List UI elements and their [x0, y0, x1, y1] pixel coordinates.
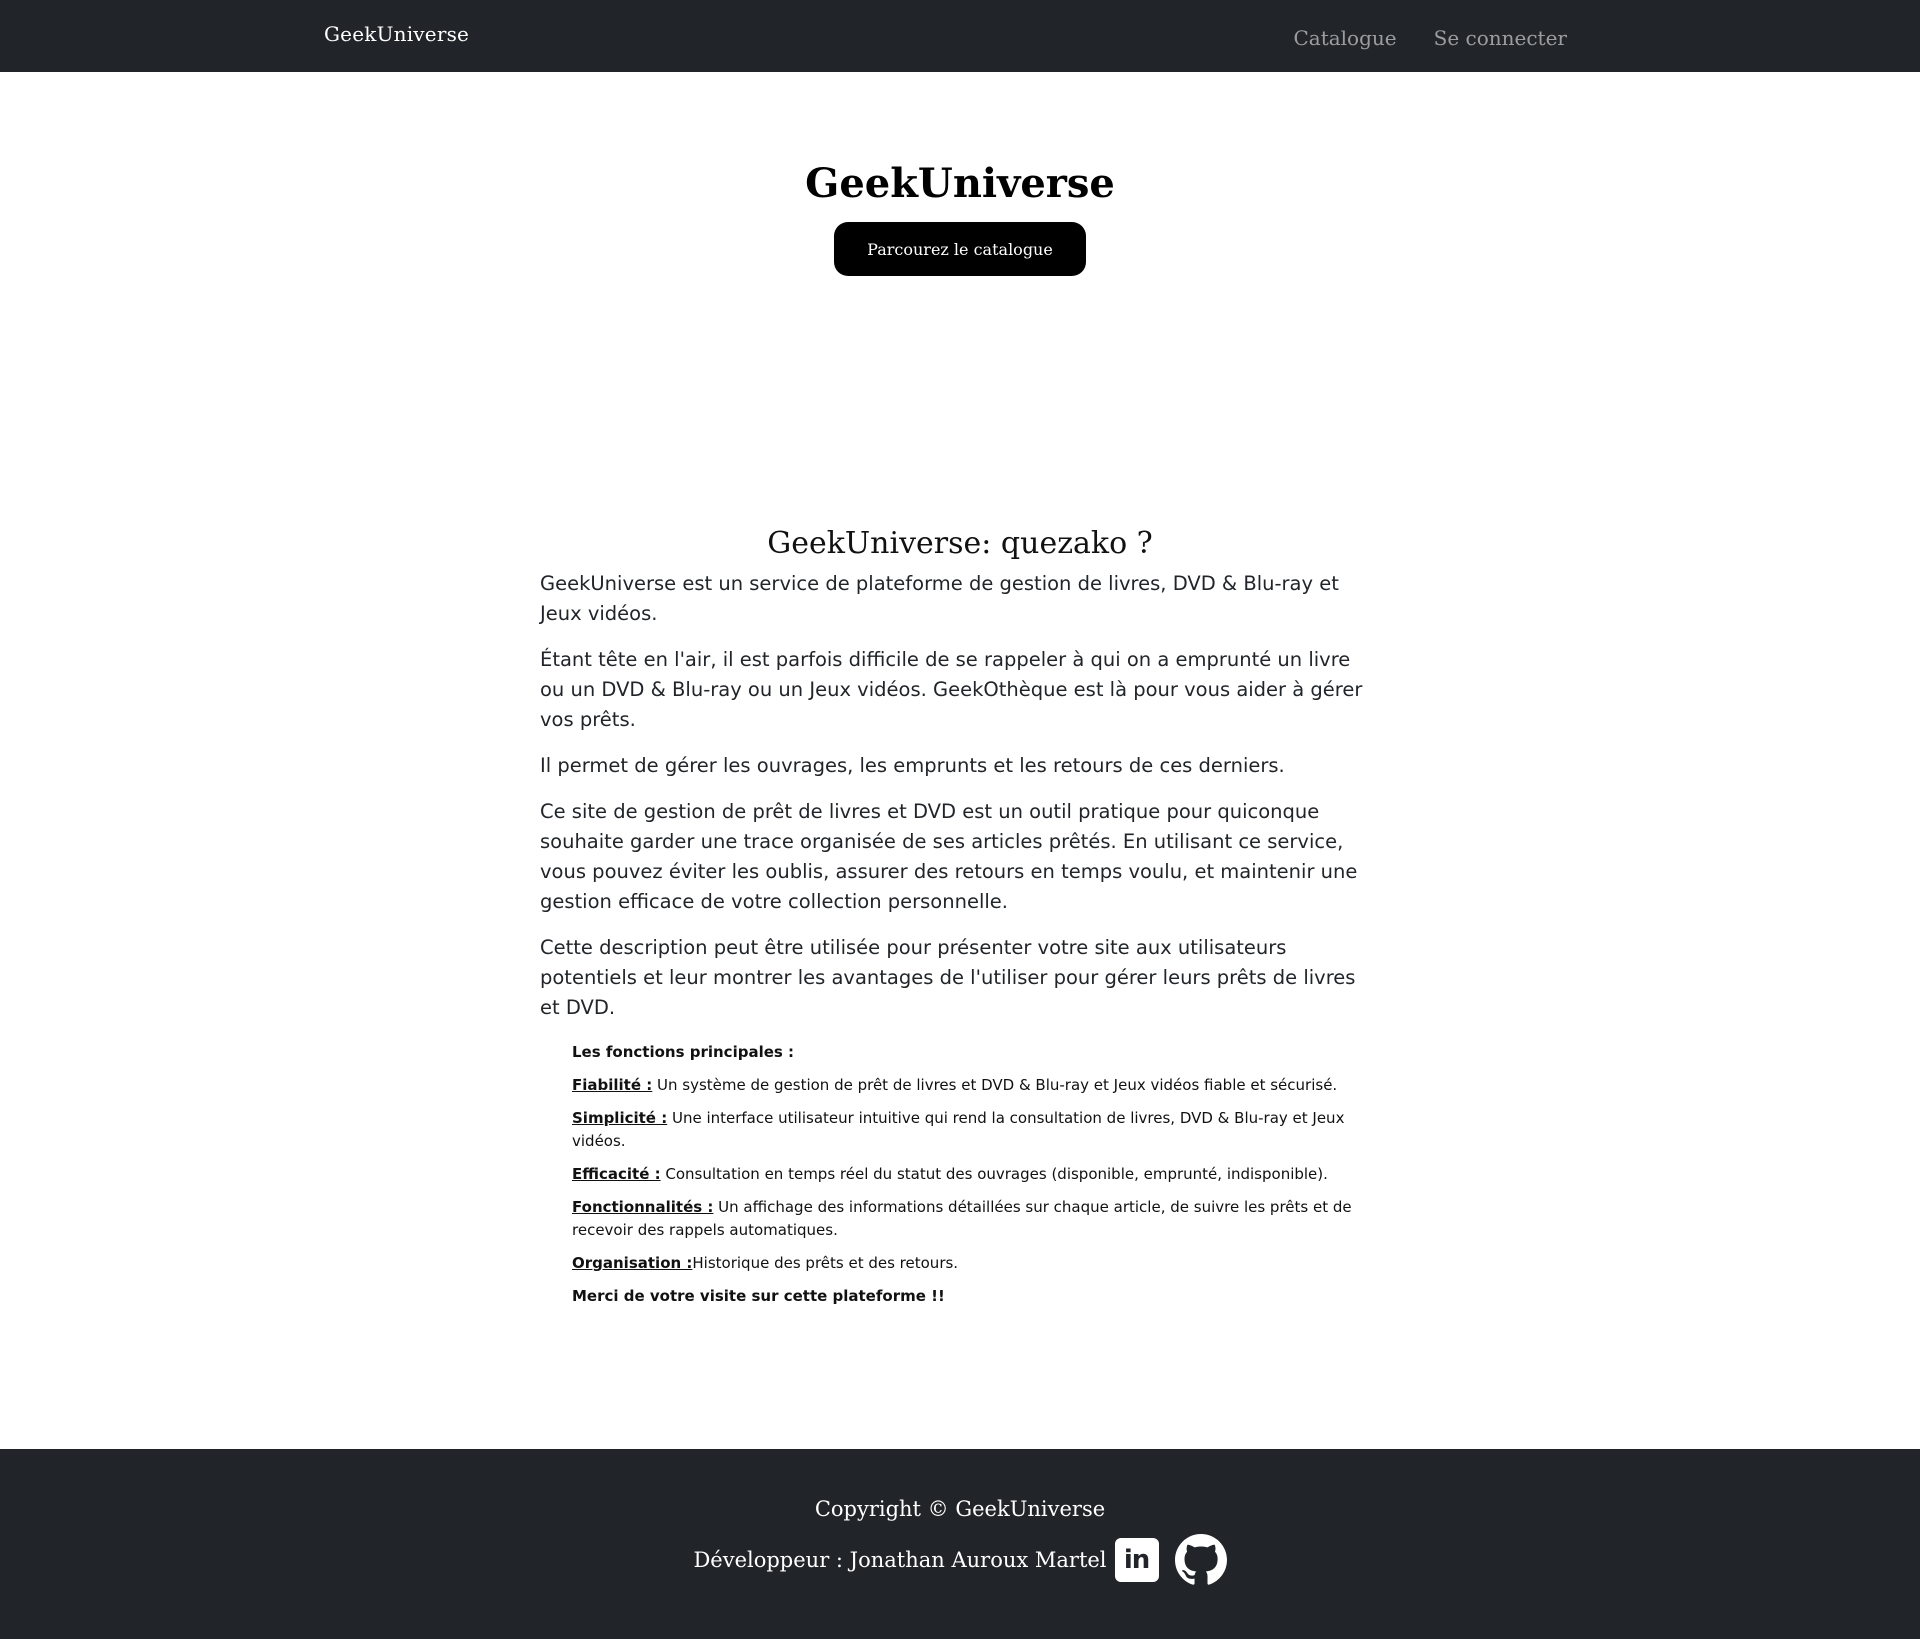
about-paragraph: Cette description peut être utilisée pou…: [540, 936, 1356, 1019]
browse-catalogue-button[interactable]: Parcourez le catalogue: [834, 222, 1086, 276]
feature-item-simplicity: Simplicité : Une interface utilisateur i…: [572, 1107, 1380, 1153]
feature-item-efficiency: Efficacité : Consultation en temps réel …: [572, 1163, 1380, 1186]
page-footer: Copyright © GeekUniverse Développeur : J…: [0, 1449, 1920, 1639]
linkedin-glyph: in: [1123, 1545, 1150, 1575]
features-list: Les fonctions principales : Fiabilité : …: [572, 1041, 1380, 1308]
about-paragraph: Il permet de gérer les ouvrages, les emp…: [540, 754, 1285, 777]
github-logo: [1174, 1534, 1227, 1585]
github-icon[interactable]: [1174, 1534, 1227, 1586]
developer-row: Développeur : Jonathan Auroux Martel in: [0, 1534, 1920, 1586]
feature-item-features: Fonctionnalités : Un affichage des infor…: [572, 1196, 1380, 1242]
feature-item-organisation: Organisation :Historique des prêts et de…: [572, 1252, 1380, 1275]
about-paragraph: GeekUniverse est un service de plateform…: [540, 572, 1339, 625]
about-section: GeekUniverse: quezako ? GeekUniverse est…: [540, 526, 1380, 1318]
about-paragraph: Ce site de gestion de prêt de livres et …: [540, 800, 1358, 913]
nav-link-catalogue[interactable]: Catalogue: [1293, 26, 1396, 50]
feature-text: Historique des prêts et des retours.: [692, 1254, 959, 1272]
about-paragraph: Étant tête en l'air, il est parfois diff…: [540, 648, 1363, 731]
feature-label: Efficacité :: [572, 1165, 661, 1183]
top-navbar: GeekUniverse Catalogue Se connecter: [0, 0, 1920, 72]
feature-text: Un système de gestion de prêt de livres …: [652, 1076, 1338, 1094]
copyright-text: Copyright © GeekUniverse: [814, 1497, 1106, 1521]
about-heading: GeekUniverse: quezako ?: [767, 526, 1153, 561]
feature-item-reliability: Fiabilité : Un système de gestion de prê…: [572, 1074, 1380, 1097]
linkedin-icon[interactable]: in: [1114, 1538, 1159, 1582]
hero-title: GeekUniverse: [805, 160, 1115, 207]
feature-label: Fiabilité :: [572, 1076, 653, 1094]
closing-message: Merci de votre visite sur cette platefor…: [572, 1287, 945, 1305]
nav-links: Catalogue Se connecter: [1293, 26, 1567, 50]
developer-credit: Développeur : Jonathan Auroux Martel: [693, 1548, 1107, 1572]
feature-label: Organisation :: [572, 1254, 693, 1272]
feature-text: Consultation en temps réel du statut des…: [660, 1165, 1328, 1183]
feature-label: Fonctionnalités :: [572, 1198, 714, 1216]
nav-link-login[interactable]: Se connecter: [1434, 26, 1567, 50]
brand-link[interactable]: GeekUniverse: [324, 22, 469, 46]
feature-label: Simplicité :: [572, 1109, 668, 1127]
features-title: Les fonctions principales :: [572, 1043, 795, 1061]
feature-text: Une interface utilisateur intuitive qui …: [572, 1109, 1345, 1150]
